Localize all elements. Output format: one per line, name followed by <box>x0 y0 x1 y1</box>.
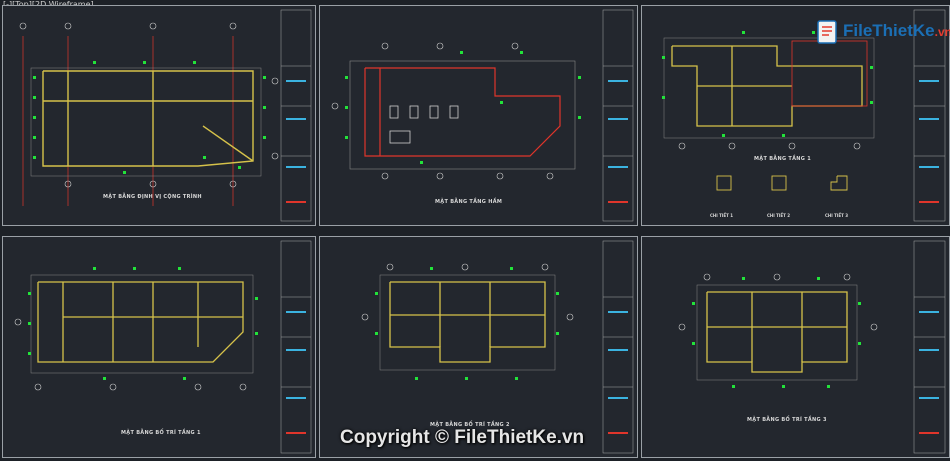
drawing-sheet-6[interactable]: MẶT BẰNG BỐ TRÍ TẦNG 3 <box>641 236 950 458</box>
logo-domain: .vn <box>934 25 950 39</box>
floor-plan-drawing <box>331 9 634 222</box>
drawing-caption: MẶT BẰNG ĐỊNH VỊ CỘNG TRÌNH <box>103 194 202 200</box>
drawing-caption: MẶT BẰNG TẦNG 1 <box>754 156 811 162</box>
copyright-watermark: Copyright © FileThietKe.vn <box>340 427 585 448</box>
logo-wordmark: FileThietKe.vn <box>843 21 950 41</box>
detail-label: CHI TIẾT 2 <box>767 213 791 218</box>
drawing-sheet-5[interactable]: MẶT BẰNG BỐ TRÍ TẦNG 2 <box>319 236 638 458</box>
brand-logo: FileThietKe.vn <box>815 18 950 46</box>
floor-plan-drawing <box>19 9 312 222</box>
floor-plan-drawing <box>14 240 312 454</box>
logo-icon <box>817 20 837 44</box>
drawing-caption: MẶT BẰNG TẦNG HẦM <box>435 199 503 205</box>
drawing-sheet-4[interactable]: MẶT BẰNG BỐ TRÍ TẦNG 1 <box>2 236 316 458</box>
detail-label: CHI TIẾT 3 <box>825 213 849 218</box>
drawing-sheet-1[interactable]: MẶT BẰNG ĐỊNH VỊ CỘNG TRÌNH <box>2 5 316 226</box>
drawing-caption: MẶT BẰNG BỐ TRÍ TẦNG 3 <box>747 417 827 423</box>
drawing-sheet-2[interactable]: MẶT BẰNG TẦNG HẦM <box>319 5 638 226</box>
logo-name: FileThietKe <box>843 21 935 40</box>
drawing-caption: MẶT BẰNG BỐ TRÍ TẦNG 1 <box>121 430 201 436</box>
floor-plan-drawing <box>678 240 946 454</box>
detail-label: CHI TIẾT 1 <box>710 213 734 218</box>
